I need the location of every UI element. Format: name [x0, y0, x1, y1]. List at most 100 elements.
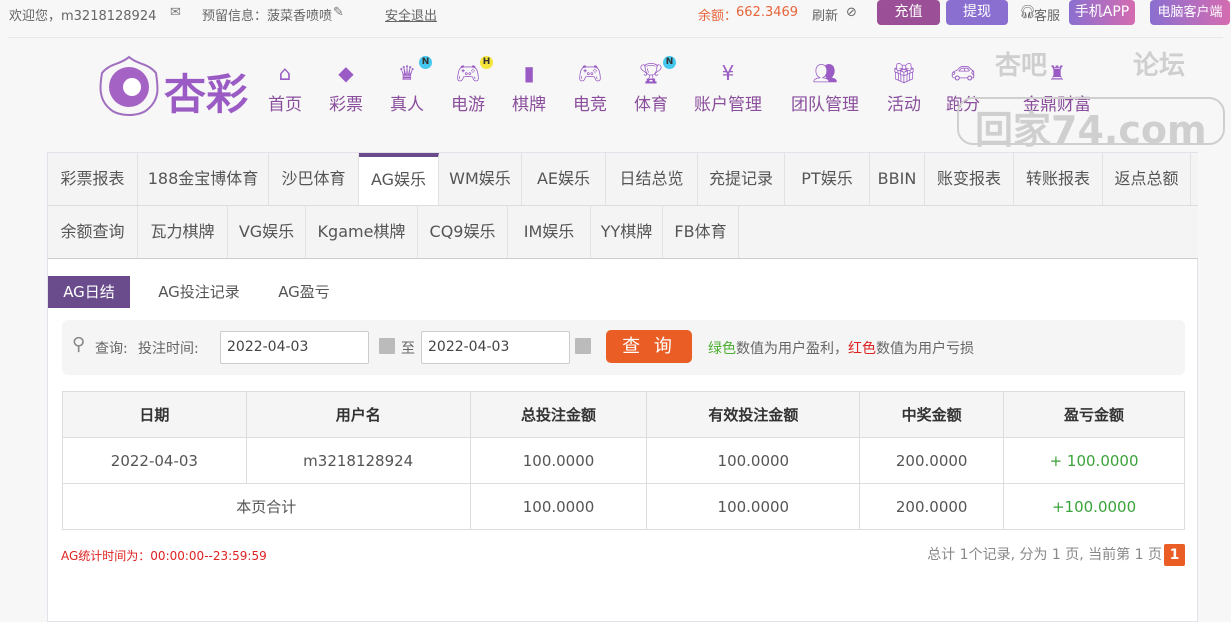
tab-report[interactable]: 瓦力棋牌	[138, 206, 228, 258]
tab-report[interactable]: Kgame棋牌	[306, 206, 418, 258]
tab-report[interactable]: 188金宝博体育	[138, 153, 269, 205]
logout-link[interactable]: 安全退出	[385, 5, 437, 24]
nav-label: 彩票	[329, 95, 363, 115]
tab-report[interactable]: IM娱乐	[508, 206, 591, 258]
calendar-icon[interactable]	[575, 338, 591, 354]
header-winnings: 中奖金额	[859, 391, 1005, 438]
cell-winnings: 200.0000	[859, 437, 1005, 484]
pc-client-button[interactable]: 电脑客户端	[1150, 0, 1230, 25]
total-label: 本页合计	[62, 483, 471, 530]
refresh-link[interactable]: 刷新	[812, 5, 838, 24]
calendar-icon[interactable]	[379, 338, 395, 354]
cell-valid-bet: 100.0000	[646, 437, 861, 484]
tab-report[interactable]: 彩票报表	[48, 153, 138, 205]
coin-icon: ¥	[721, 61, 735, 85]
header-profit-loss: 盈亏金额	[1003, 391, 1185, 438]
eye-off-icon[interactable]: ⊘	[846, 5, 857, 20]
nav-item[interactable]: ♛ N 真人	[390, 56, 432, 115]
tab-report[interactable]: VG娱乐	[228, 206, 306, 258]
nav-item[interactable]: ◆ 彩票	[329, 60, 363, 115]
nav-label: 真人	[390, 95, 424, 115]
ticket-icon: ◆	[338, 61, 354, 85]
subtab-ag-profit-loss[interactable]: AG盈亏	[266, 276, 342, 308]
nav-label: 活动	[887, 95, 921, 115]
mobile-app-button[interactable]: 手机APP	[1069, 0, 1135, 25]
start-date-input[interactable]: 2022-04-03	[220, 331, 369, 364]
tab-report[interactable]: WM娱乐	[439, 153, 522, 205]
report-tabs-row-1: 彩票报表 188金宝博体育 沙巴体育 AG娱乐 WM娱乐 AE娱乐 日结总览 充提记录 PT娱乐…	[48, 153, 1198, 206]
tab-report[interactable]: CQ9娱乐	[418, 206, 508, 258]
withdraw-button[interactable]: 提现	[946, 0, 1008, 25]
customer-service-link[interactable]: 客服	[1034, 5, 1060, 24]
subtab-ag-daily[interactable]: AG日结	[48, 276, 130, 308]
cell-total-bet: 100.0000	[469, 437, 648, 484]
gamepad-icon: 🎮︎	[577, 61, 603, 85]
divider	[8, 37, 1223, 38]
tab-report[interactable]: PT娱乐	[785, 153, 870, 205]
report-tabs-row-2: 余额查询 瓦力棋牌 VG娱乐 Kgame棋牌 CQ9娱乐 IM娱乐 YY棋牌 FB体育	[48, 206, 1198, 259]
nav-badge: H	[480, 56, 493, 69]
pagination: 总计 1个记录, 分为 1 页, 当前第 1 页1	[927, 544, 1185, 566]
tab-report[interactable]: 日结总览	[606, 153, 698, 205]
total-profit-loss: +100.0000	[1003, 483, 1185, 530]
subtab-ag-bet-records[interactable]: AG投注记录	[144, 276, 254, 308]
tab-report[interactable]: FB体育	[663, 206, 739, 258]
total-winnings: 200.0000	[859, 483, 1005, 530]
tab-report[interactable]: 沙巴体育	[269, 153, 359, 205]
reserved-message: 预留信息：菠菜香喷喷	[202, 9, 333, 24]
header-total-bet: 总投注金额	[469, 391, 648, 438]
edit-icon[interactable]: ✎	[333, 5, 344, 20]
nav-item[interactable]: ⌂ 首页	[268, 60, 302, 115]
nav-label: 团队管理	[791, 95, 859, 115]
mail-icon[interactable]: ✉	[170, 5, 181, 20]
nav-item[interactable]: ¥ 账户管理	[694, 60, 762, 115]
end-date-input[interactable]: 2022-04-03	[421, 331, 570, 364]
nav-label: 电竞	[573, 95, 607, 115]
nav-badge: N	[419, 56, 432, 69]
cell-username: m3218128924	[245, 437, 471, 484]
nav-label: 账户管理	[694, 95, 762, 115]
recharge-button[interactable]: 充值	[877, 0, 940, 25]
nav-label: 电游	[451, 95, 485, 115]
table-header-row: 日期 用户名 总投注金额 有效投注金额 中奖金额 盈亏金额	[62, 391, 1185, 438]
tab-report[interactable]: 充提记录	[698, 153, 785, 205]
header-date: 日期	[62, 391, 247, 438]
balance-value: 662.3469	[736, 5, 799, 20]
query-button[interactable]: 查 询	[606, 330, 692, 363]
home-icon: ⌂	[278, 61, 292, 85]
logo-emblem-icon	[99, 55, 159, 116]
tab-report[interactable]: AG娱乐	[359, 153, 439, 205]
tab-report[interactable]: 账变报表	[925, 153, 1014, 205]
tab-report[interactable]: BBIN	[870, 153, 925, 205]
nav-label: 首页	[268, 95, 302, 115]
page-1-button[interactable]: 1	[1164, 544, 1185, 566]
cell-profit-loss: + 100.0000	[1003, 437, 1185, 484]
table-row: 2022-04-03 m3218128924 100.0000 100.0000…	[62, 437, 1185, 484]
tab-report[interactable]: 转账报表	[1014, 153, 1103, 205]
tab-report[interactable]: YY棋牌	[591, 206, 663, 258]
nav-item[interactable]: 🎮︎ 电竞	[573, 60, 607, 115]
legend-hint: 绿色数值为用户盈利，红色数值为用户亏损	[708, 341, 974, 357]
nav-item[interactable]: 👥︎ 团队管理	[791, 60, 859, 115]
nav-item[interactable]: 🏆︎ N 体育	[634, 56, 676, 115]
nav-item[interactable]: 🎮︎ H 电游	[451, 56, 493, 115]
trophy-icon: 🏆︎ N	[638, 56, 676, 86]
top-bar: 欢迎您，m3218128924 ✉ 预留信息：菠菜香喷喷 ✎ 安全退出 余额： …	[0, 0, 1231, 26]
logo[interactable]: 杏彩	[98, 55, 258, 119]
report-panel: 彩票报表 188金宝博体育 沙巴体育 AG娱乐 WM娱乐 AE娱乐 日结总览 充提记录 PT娱乐…	[47, 152, 1198, 622]
tab-report[interactable]: 返点总额	[1103, 153, 1191, 205]
nav-item[interactable]: ▮ 棋牌	[512, 60, 546, 115]
watermark: 杏吧 论坛 回家74.com	[955, 45, 1225, 152]
total-valid-bet: 100.0000	[646, 483, 861, 530]
daily-report-table: 日期 用户名 总投注金额 有效投注金额 中奖金额 盈亏金额 2022-04-03…	[62, 391, 1185, 530]
header-valid-bet: 有效投注金额	[646, 391, 861, 438]
gamepad-icon: 🎮︎ H	[455, 56, 493, 86]
nav-item[interactable]: 🎁︎ 活动	[887, 60, 921, 115]
to-label: 至	[401, 341, 415, 357]
balance-label: 余额：	[698, 9, 738, 24]
tab-report[interactable]: 余额查询	[48, 206, 138, 258]
search-label: 查询:	[95, 341, 128, 357]
tab-report[interactable]: AE娱乐	[522, 153, 606, 205]
cards-icon: ▮	[523, 61, 535, 85]
nav-label: 体育	[634, 95, 668, 115]
